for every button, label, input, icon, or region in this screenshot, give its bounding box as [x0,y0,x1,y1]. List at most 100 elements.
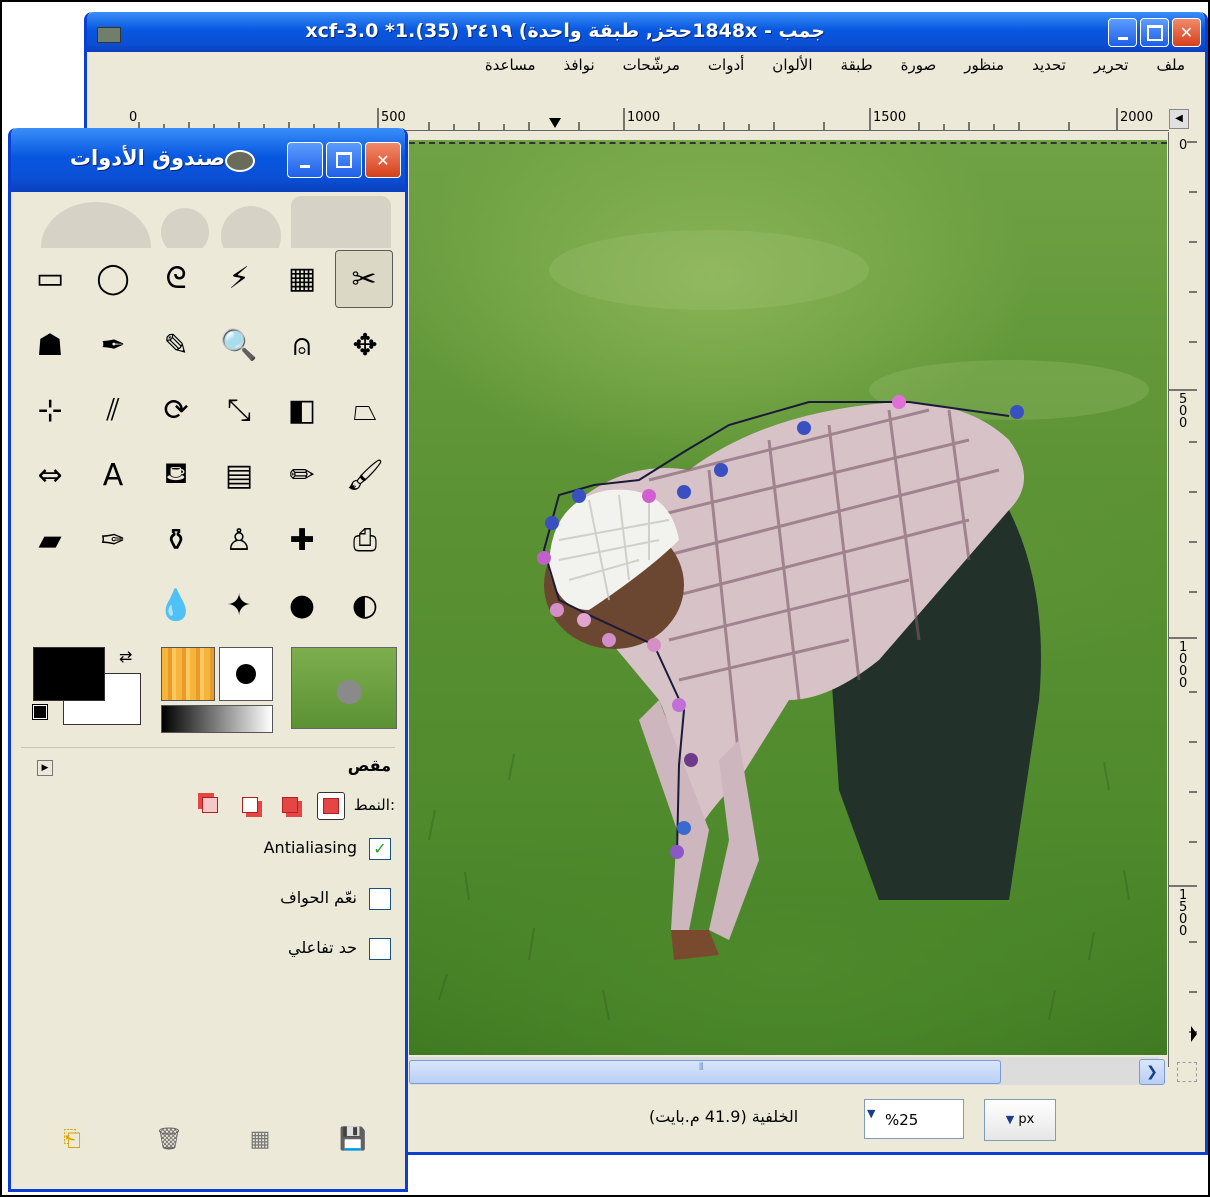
image-canvas[interactable] [409,140,1167,1055]
measure-tool[interactable]: ⍝ [272,315,332,375]
navigate-icon[interactable] [1177,1062,1197,1082]
rotate-tool[interactable]: ⟳ [146,380,206,440]
delete-options-icon[interactable]: 🗑 [155,1127,183,1153]
free-select-tool[interactable]: ᘓ [146,248,206,308]
feather-row: نعّم الحواف [11,876,405,926]
ruler-label-2000: 2000 [1120,110,1154,125]
maximize-button[interactable] [1140,18,1169,47]
blend-tool[interactable]: ▤ [209,445,269,505]
dodge-burn-tool[interactable]: ◐ [335,575,395,635]
mode-add-button[interactable] [277,792,303,818]
smudge-tool[interactable]: ● [272,575,332,635]
ink-icon: ⚱ [163,522,189,558]
wilber-watermark [11,192,405,248]
move-icon: ✥ [352,327,378,363]
horizontal-scrollbar[interactable]: ⦀ [409,1057,1159,1085]
menu-help[interactable]: مساعدة [485,56,536,74]
ruler-label-1500: 1500 [873,110,907,125]
menu-select[interactable]: تحديد [1032,56,1066,74]
expand-arrow-icon[interactable]: ▶ [37,760,53,776]
paths-tool[interactable]: ✒ [83,315,143,375]
menu-image[interactable]: صورة [901,56,937,74]
interactive-label: حد تفاعلي [288,938,357,957]
eraser-tool[interactable]: ▰ [20,510,80,570]
unit-select[interactable]: ▼ px [984,1099,1056,1141]
menu-edit[interactable]: تحرير [1094,56,1129,74]
interactive-checkbox[interactable] [369,938,391,960]
unit-value: px [1018,1112,1035,1127]
flip-tool-tool[interactable]: ⇔ [20,445,80,505]
mode-subtract-button[interactable] [237,792,263,818]
menu-file[interactable]: ملف [1156,56,1185,74]
text-tool[interactable]: A [83,445,143,505]
sharpen-icon: ✦ [226,587,252,623]
scroll-right-button[interactable]: ❯ [1139,1059,1165,1085]
heal-tool[interactable]: ✚ [272,510,332,570]
clone-tool[interactable]: ♙ [209,510,269,570]
active-image-thumbnail[interactable] [291,647,397,729]
mode-row: النمط: [11,786,405,826]
pattern-swatch[interactable] [219,647,273,701]
zoom-tool[interactable]: 🔍 [209,315,269,375]
toolbox-maximize-button[interactable] [326,142,362,178]
toolbox-close-button[interactable]: ✕ [365,142,401,178]
perspective-tool[interactable]: ⏢ [335,380,395,440]
blur-tool[interactable]: 💧 [146,575,206,635]
text-icon: A [102,457,124,493]
save-options-icon[interactable]: 💾 [339,1127,366,1153]
flip-tool[interactable]: ◧ [272,380,332,440]
default-colors-icon[interactable] [32,704,48,720]
close-button[interactable]: ✕ [1172,18,1201,47]
ink-tool[interactable]: ⚱ [146,510,206,570]
shear-tool[interactable]: ⫽ [83,380,143,440]
bucket-fill-tool[interactable]: ⛾ [146,445,206,505]
feather-checkbox[interactable] [369,888,391,910]
mode-intersect-button[interactable] [197,792,223,818]
scissors-select-tool[interactable]: ✂ [335,250,393,308]
scale-tool[interactable]: ⤡ [209,380,269,440]
tool-options-header: ▶ مقص [11,752,405,786]
ruler-corner-arrow[interactable]: ◀ [1169,109,1189,129]
fuzzy-select-tool[interactable]: ⚡ [209,248,269,308]
zoom-chevron-down-icon[interactable]: ▼ [867,1107,875,1120]
perspective-clone-tool[interactable]: ⎙ [335,510,395,570]
mode-replace-button[interactable] [317,792,345,820]
move-tool[interactable]: ✥ [335,315,395,375]
swap-colors-icon[interactable]: ⇄ [119,647,132,666]
select-by-color-tool[interactable]: ▦ [272,248,332,308]
ellipse-select-tool[interactable]: ◯ [83,248,143,308]
zoom-select[interactable]: %25 [864,1099,964,1139]
minimize-button[interactable] [1108,18,1137,47]
brush-swatch[interactable] [161,647,215,701]
menu-colors[interactable]: الألوان [772,56,812,74]
gradient-swatch[interactable] [161,705,273,733]
vruler-label-1000: 1000 [1179,640,1188,691]
menu-filters[interactable]: مرشّحات [623,56,680,74]
image-window-titlebar[interactable]: جمب - 1848xحخز, طبقة واحدة) ٢٤١٩ (35).xc… [87,12,1205,52]
tool-options-footer: ⎗ 🗑 ▦ 💾 [11,1121,405,1161]
scrollbar-thumb[interactable] [409,1060,1001,1084]
restore-options-icon[interactable]: ⎗ [59,1127,85,1153]
antialiasing-checkbox[interactable]: ✓ [369,838,391,860]
foreground-select-tool[interactable]: ☗ [20,315,80,375]
color-picker-tool[interactable]: ✎ [146,315,206,375]
toolbox-minimize-button[interactable] [287,142,323,178]
align-tool[interactable]: ⊹ [20,380,80,440]
image-window-title: جمب - 1848xحخز, طبقة واحدة) ٢٤١٩ (35).xc… [305,20,825,42]
menu-layer[interactable]: طبقة [841,56,873,74]
menu-windows[interactable]: نوافذ [564,56,595,74]
menu-tools[interactable]: أدوات [708,56,744,74]
paintbrush-tool[interactable]: 🖌 [335,445,395,505]
perspective-icon: ⏢ [353,392,377,428]
foreground-color-swatch[interactable] [33,647,105,701]
reset-options-icon[interactable]: ▦ [247,1127,273,1153]
photo-man-in-field [428,230,1149,1021]
toolbox-titlebar[interactable]: صندوق الأدوات ✕ [11,128,405,192]
vruler-label-500: 500 [1179,392,1188,431]
menu-view[interactable]: منظور [964,56,1004,74]
sharpen-tool[interactable]: ✦ [209,575,269,635]
airbrush-tool[interactable]: ✑ [83,510,143,570]
vertical-ruler[interactable]: 0 500 1000 1500 [1168,132,1197,1067]
pencil-tool[interactable]: ✏ [272,445,332,505]
rect-select-tool[interactable]: ▭ [20,248,80,308]
